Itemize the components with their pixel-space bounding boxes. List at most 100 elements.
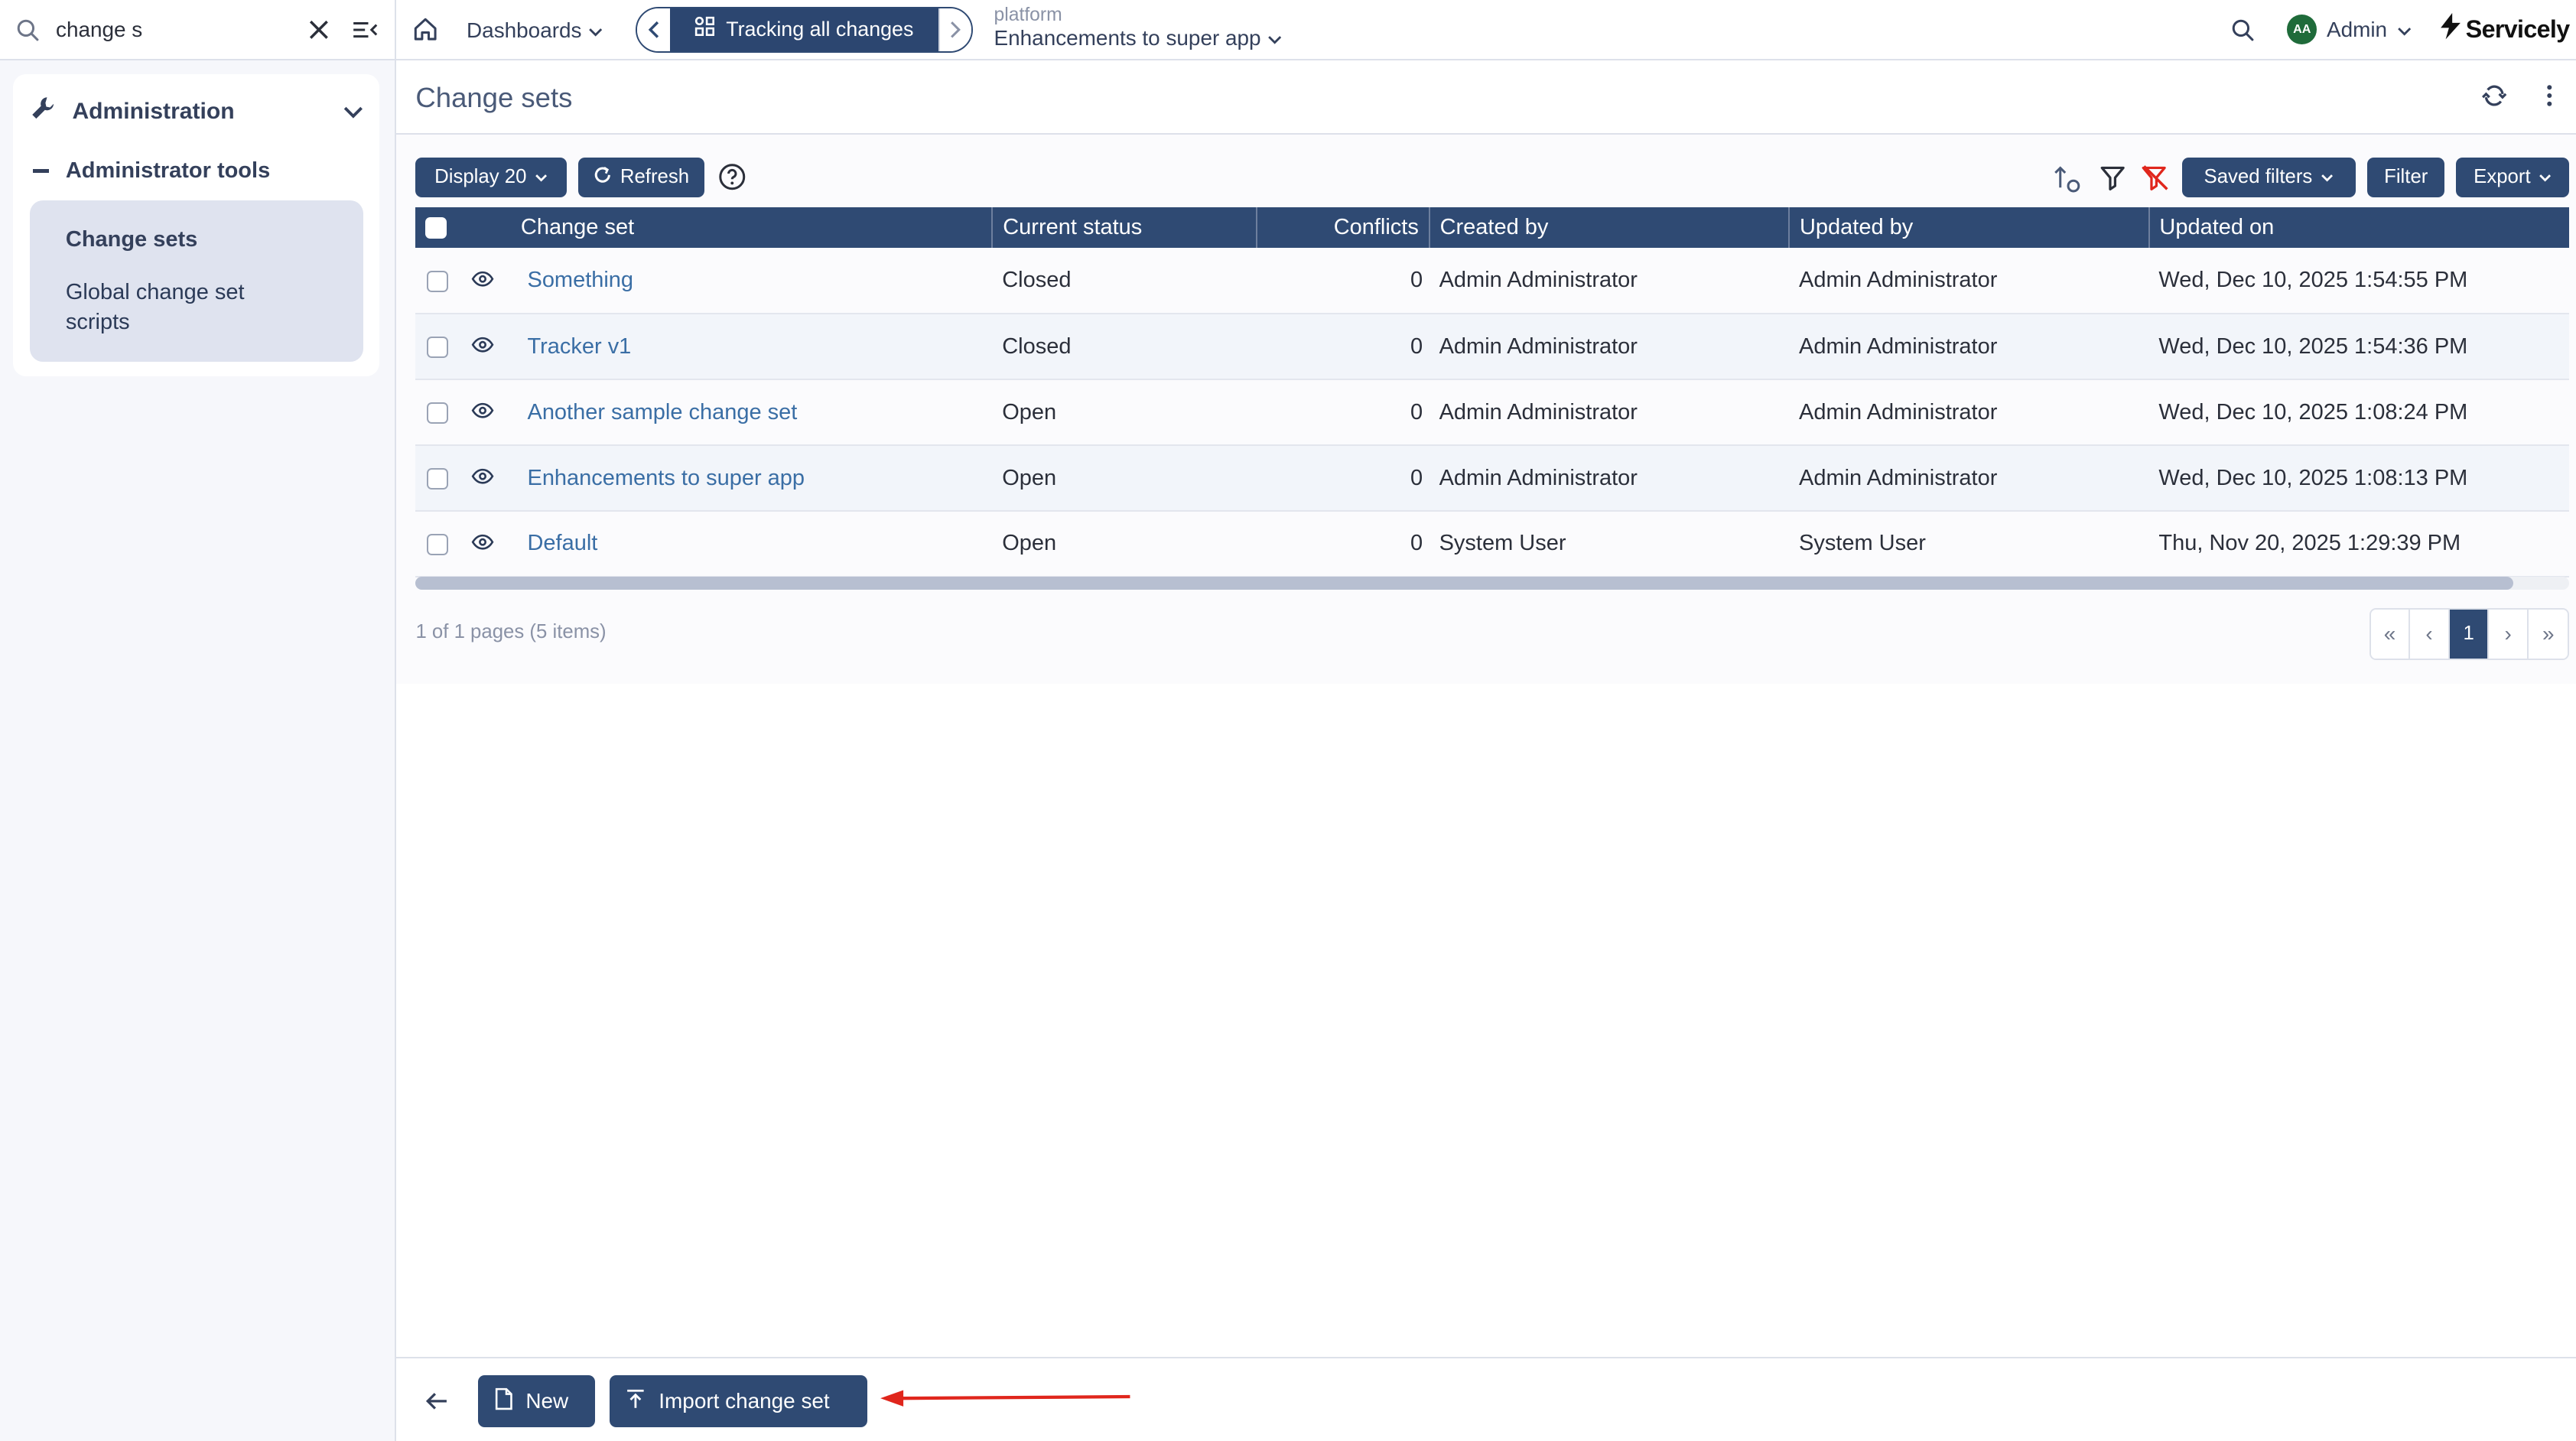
eye-icon[interactable] bbox=[471, 400, 494, 424]
updated-on-cell: Wed, Dec 10, 2025 1:08:24 PM bbox=[2158, 399, 2468, 424]
sidebar-item-global-change-set-scripts[interactable]: Global change set scripts bbox=[66, 278, 312, 337]
sidebar-nav-card: Administration Administrator tools Chang… bbox=[13, 73, 380, 376]
table-row[interactable]: Enhancements to super app Open 0 Admin Admi… bbox=[415, 445, 2570, 511]
column-header-updated-by[interactable]: Updated by bbox=[1789, 207, 2150, 249]
row-checkbox[interactable] bbox=[427, 270, 449, 292]
clear-filter-icon[interactable] bbox=[2141, 163, 2171, 200]
eye-icon[interactable] bbox=[471, 334, 494, 359]
horizontal-scrollbar[interactable] bbox=[415, 576, 2570, 590]
saved-filters-button[interactable]: Saved filters bbox=[2181, 158, 2356, 197]
page-number-button[interactable]: 1 bbox=[2449, 609, 2490, 659]
home-icon[interactable] bbox=[412, 16, 438, 49]
row-checkbox[interactable] bbox=[427, 402, 449, 424]
table-row[interactable]: Something Closed 0 Admin Administrator Admin… bbox=[415, 248, 2570, 314]
help-icon[interactable] bbox=[718, 163, 746, 198]
previous-page-button[interactable]: ‹ bbox=[2410, 609, 2450, 659]
status-cell: Open bbox=[1002, 531, 1057, 556]
user-menu[interactable]: AA Admin bbox=[2287, 15, 2412, 44]
row-checkbox[interactable] bbox=[427, 337, 449, 358]
scrollbar-thumb[interactable] bbox=[415, 576, 2514, 590]
footer-actions: New Import change set bbox=[395, 1357, 2576, 1441]
sidebar-search-input[interactable]: change s bbox=[56, 18, 289, 42]
new-label: New bbox=[525, 1389, 569, 1413]
tracker-label: Tracking all changes bbox=[726, 18, 914, 41]
row-view-cell bbox=[462, 248, 511, 314]
auto-refresh-icon[interactable] bbox=[2481, 84, 2507, 114]
sidebar-section-administration[interactable]: Administration bbox=[30, 93, 363, 129]
upload-icon bbox=[626, 1388, 646, 1415]
created-by-cell: System User bbox=[1439, 531, 1566, 556]
new-button[interactable]: New bbox=[478, 1374, 595, 1428]
change-set-name-link[interactable]: Default bbox=[511, 511, 992, 577]
page-title: Change sets bbox=[415, 82, 573, 114]
search-icon[interactable] bbox=[2231, 18, 2254, 48]
updated-on-cell: Wed, Dec 10, 2025 1:54:36 PM bbox=[2158, 333, 2468, 359]
dashboards-menu[interactable]: Dashboards bbox=[467, 18, 603, 43]
wrench-icon bbox=[30, 95, 56, 128]
change-set-name-link[interactable]: Enhancements to super app bbox=[511, 445, 992, 511]
conflicts-cell: 0 bbox=[1410, 531, 1423, 556]
select-all-cell bbox=[415, 207, 461, 249]
table-row[interactable]: Another sample change set Open 0 Admin Admi… bbox=[415, 379, 2570, 446]
row-checkbox[interactable] bbox=[427, 533, 449, 555]
sidebar-item-change-sets[interactable]: Change sets bbox=[66, 225, 197, 255]
more-options-icon[interactable] bbox=[2546, 84, 2553, 114]
filter-icon[interactable] bbox=[2100, 163, 2126, 200]
eye-icon[interactable] bbox=[471, 531, 494, 555]
refresh-button[interactable]: Refresh bbox=[578, 158, 705, 197]
row-view-cell bbox=[462, 379, 511, 445]
saved-filters-label: Saved filters bbox=[2204, 166, 2313, 188]
dashboards-label: Dashboards bbox=[467, 18, 582, 42]
eye-icon[interactable] bbox=[471, 268, 494, 292]
last-page-button[interactable]: » bbox=[2528, 609, 2568, 659]
created-by-cell: Admin Administrator bbox=[1439, 268, 1638, 293]
tracker-next-button[interactable] bbox=[938, 8, 971, 51]
table-header-row: Change set Current status Conflicts Crea… bbox=[415, 207, 2570, 249]
top-bar: Dashboards Tracking all changes platform bbox=[395, 0, 2576, 61]
tracker-prev-button[interactable] bbox=[637, 8, 671, 51]
refresh-label: Refresh bbox=[620, 166, 690, 188]
row-view-cell bbox=[462, 314, 511, 379]
display-count-button[interactable]: Display 20 bbox=[415, 158, 568, 197]
change-set-name-link[interactable]: Tracker v1 bbox=[511, 314, 992, 379]
export-label: Export bbox=[2474, 166, 2531, 188]
change-set-context[interactable]: platform Enhancements to super app bbox=[994, 5, 1283, 50]
first-page-button[interactable]: « bbox=[2370, 609, 2411, 659]
column-header-created-by[interactable]: Created by bbox=[1429, 207, 1791, 249]
table-row[interactable]: Default Open 0 System User System User Thu, N… bbox=[415, 511, 2570, 577]
change-set-name-link[interactable]: Something bbox=[511, 248, 992, 314]
column-header-change-set[interactable]: Change set bbox=[511, 207, 994, 249]
created-by-cell: Admin Administrator bbox=[1439, 465, 1638, 490]
updated-on-cell: Wed, Dec 10, 2025 1:08:13 PM bbox=[2158, 465, 2468, 490]
row-select-cell bbox=[415, 379, 461, 445]
collapse-menu-icon[interactable] bbox=[349, 13, 382, 46]
change-sets-table: Change set Current status Conflicts Crea… bbox=[415, 207, 2570, 577]
table-row[interactable]: Tracker v1 Closed 0 Admin Administrator Admi… bbox=[415, 314, 2570, 380]
brand-name: Servicely bbox=[2465, 15, 2570, 43]
tracker-status-button[interactable]: Tracking all changes bbox=[670, 8, 938, 51]
eye-icon[interactable] bbox=[471, 466, 494, 490]
clear-search-icon[interactable] bbox=[302, 13, 335, 46]
select-all-checkbox[interactable] bbox=[425, 217, 447, 239]
updated-by-cell: Admin Administrator bbox=[1799, 333, 1998, 359]
sort-icon[interactable] bbox=[2052, 163, 2085, 203]
filter-button[interactable]: Filter bbox=[2367, 158, 2445, 197]
row-checkbox[interactable] bbox=[427, 467, 449, 490]
column-header-conflicts[interactable]: Conflicts bbox=[1257, 207, 1430, 249]
change-set-name-link[interactable]: Another sample change set bbox=[511, 379, 992, 445]
sidebar-group-administrator-tools[interactable]: Administrator tools bbox=[32, 155, 362, 187]
column-header-current-status[interactable]: Current status bbox=[992, 207, 1258, 249]
chevron-down-icon bbox=[2539, 166, 2552, 188]
status-cell: Open bbox=[1002, 399, 1057, 424]
import-change-set-button[interactable]: Import change set bbox=[609, 1374, 868, 1428]
back-arrow-icon[interactable] bbox=[425, 1388, 448, 1418]
filter-label: Filter bbox=[2384, 166, 2428, 188]
search-icon bbox=[16, 18, 39, 41]
next-page-button[interactable]: › bbox=[2489, 609, 2529, 659]
bolt-icon bbox=[2439, 13, 2462, 45]
conflicts-cell: 0 bbox=[1410, 333, 1423, 359]
column-header-updated-on[interactable]: Updated on bbox=[2149, 207, 2570, 249]
export-button[interactable]: Export bbox=[2456, 158, 2570, 197]
sidebar: change s Administration Administrator to… bbox=[0, 0, 396, 1441]
conflicts-cell: 0 bbox=[1410, 399, 1423, 424]
